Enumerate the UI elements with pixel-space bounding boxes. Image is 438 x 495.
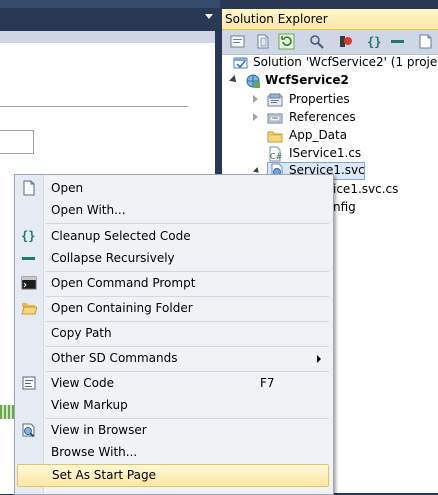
menu-item-label: View Markup xyxy=(51,398,128,412)
menu-item-label: Collapse Recursively xyxy=(51,251,175,265)
menu-item-other-sd-commands[interactable]: Other SD Commands xyxy=(17,348,329,369)
folder-view-button[interactable] xyxy=(418,33,435,50)
view-class-diagram-button[interactable] xyxy=(308,33,325,50)
show-all-files-button[interactable] xyxy=(255,33,272,50)
menu-item-open-with[interactable]: Open With... xyxy=(17,200,329,221)
menu-separator xyxy=(46,418,329,419)
iservice-label: IService1.cs xyxy=(289,146,362,160)
menu-item-label: Open Command Prompt xyxy=(51,276,196,290)
menu-separator xyxy=(46,223,329,224)
tree-row-app-data[interactable]: App_Data xyxy=(222,127,438,145)
properties-icon xyxy=(230,35,245,48)
menu-separator xyxy=(46,346,329,347)
designer-control-fragment xyxy=(0,405,14,419)
menu-separator xyxy=(46,271,329,272)
service-svc-cs-label: ice1.svc.cs xyxy=(333,182,399,196)
debug-button[interactable] xyxy=(337,33,354,50)
svg-text:{}: {} xyxy=(367,35,381,49)
svg-text:C#: C# xyxy=(270,152,283,161)
show-all-files-icon xyxy=(257,34,269,49)
menu-item-shortcut: F7 xyxy=(260,376,275,390)
menu-item-label: Set As Start Page xyxy=(52,468,156,482)
view-code-icon xyxy=(22,376,36,390)
menu-item-cleanup-selected-code[interactable]: {} Cleanup Selected Code xyxy=(17,226,329,247)
solution-icon xyxy=(233,57,248,69)
menu-item-label: Other SD Commands xyxy=(51,351,178,365)
menu-item-view-markup[interactable]: View Markup xyxy=(17,395,329,416)
menu-item-view-in-browser[interactable]: View in Browser xyxy=(17,420,329,441)
menu-item-label: Open With... xyxy=(51,203,126,217)
braces-button[interactable]: {} xyxy=(366,33,383,50)
open-icon xyxy=(23,180,35,196)
solution-explorer-header: Solution Explorer xyxy=(222,9,438,30)
folder-view-icon xyxy=(419,34,432,49)
menu-item-copy-path[interactable]: Copy Path xyxy=(17,323,329,344)
editor-tab-strip xyxy=(0,31,215,43)
window-dropdown-icon[interactable] xyxy=(205,14,213,19)
menu-item-view-code[interactable]: View Code F7 xyxy=(17,373,329,394)
submenu-arrow-icon xyxy=(317,355,321,363)
refresh-button[interactable] xyxy=(278,33,295,50)
collapsed-arrow-icon[interactable] xyxy=(253,95,258,103)
collapse-icon xyxy=(22,257,35,260)
web-project-icon xyxy=(246,74,260,88)
menu-item-open-command-prompt[interactable]: Open Command Prompt xyxy=(17,273,329,294)
editor-divider xyxy=(0,106,188,107)
tree-row-solution[interactable]: Solution 'WcfService2' (1 project) xyxy=(222,54,438,72)
command-prompt-icon xyxy=(21,276,37,290)
view-class-diagram-icon xyxy=(310,35,324,49)
designer-textbox[interactable] xyxy=(0,130,34,154)
menu-item-open[interactable]: Open xyxy=(17,178,329,199)
menu-separator xyxy=(46,371,329,372)
menu-item-browse-with[interactable]: Browse With... xyxy=(17,442,329,463)
properties-folder-icon xyxy=(267,93,283,107)
collapsed-arrow-icon[interactable] xyxy=(253,113,258,121)
menu-item-label: Copy Path xyxy=(51,326,112,340)
tree-row-iservice[interactable]: C# IService1.cs xyxy=(222,145,438,163)
solution-label: Solution 'WcfService2' (1 project) xyxy=(253,55,438,69)
csharp-file-icon: C# xyxy=(269,146,283,162)
context-menu: Open Open With... {} Cleanup Selected Co… xyxy=(14,174,334,495)
solution-explorer-title: Solution Explorer xyxy=(225,12,328,26)
solution-explorer-toolbar: {} xyxy=(222,30,438,55)
app-data-label: App_Data xyxy=(289,128,348,142)
menu-item-label: Open xyxy=(51,181,84,195)
browser-icon xyxy=(22,423,35,438)
menu-item-label: View Code xyxy=(51,376,115,390)
braces-icon: {} xyxy=(367,35,381,49)
menu-item-open-containing-folder[interactable]: Open Containing Folder xyxy=(17,298,329,319)
tree-row-properties[interactable]: Properties xyxy=(222,91,438,109)
menu-item-label: Cleanup Selected Code xyxy=(51,229,191,243)
tree-row-project[interactable]: WcfService2 xyxy=(222,72,438,90)
menu-item-label: View in Browser xyxy=(51,423,147,437)
svg-text:{}: {} xyxy=(21,229,35,243)
references-icon xyxy=(267,113,283,124)
menu-separator xyxy=(46,321,329,322)
menu-item-set-as-start-page[interactable]: Set As Start Page xyxy=(17,464,329,487)
properties-label: Properties xyxy=(289,92,350,106)
menu-separator xyxy=(46,296,329,297)
menu-item-label: Open Containing Folder xyxy=(51,301,193,315)
project-label: WcfService2 xyxy=(265,73,349,87)
collapse-button[interactable] xyxy=(389,33,406,50)
debug-icon xyxy=(340,36,352,47)
menu-item-label: Browse With... xyxy=(51,445,138,459)
expand-arrow-icon[interactable] xyxy=(229,75,239,85)
braces-icon: {} xyxy=(21,229,35,243)
collapse-icon xyxy=(391,40,404,43)
tree-row-references[interactable]: References xyxy=(222,109,438,127)
menu-item-collapse-recursively[interactable]: Collapse Recursively xyxy=(17,248,329,269)
web-config-label: nfig xyxy=(333,200,356,214)
references-label: References xyxy=(289,110,356,124)
properties-button[interactable] xyxy=(229,33,246,50)
refresh-icon xyxy=(278,33,295,50)
editor-top-bar xyxy=(0,0,220,8)
folder-open-icon xyxy=(21,303,37,315)
folder-icon xyxy=(267,131,283,143)
